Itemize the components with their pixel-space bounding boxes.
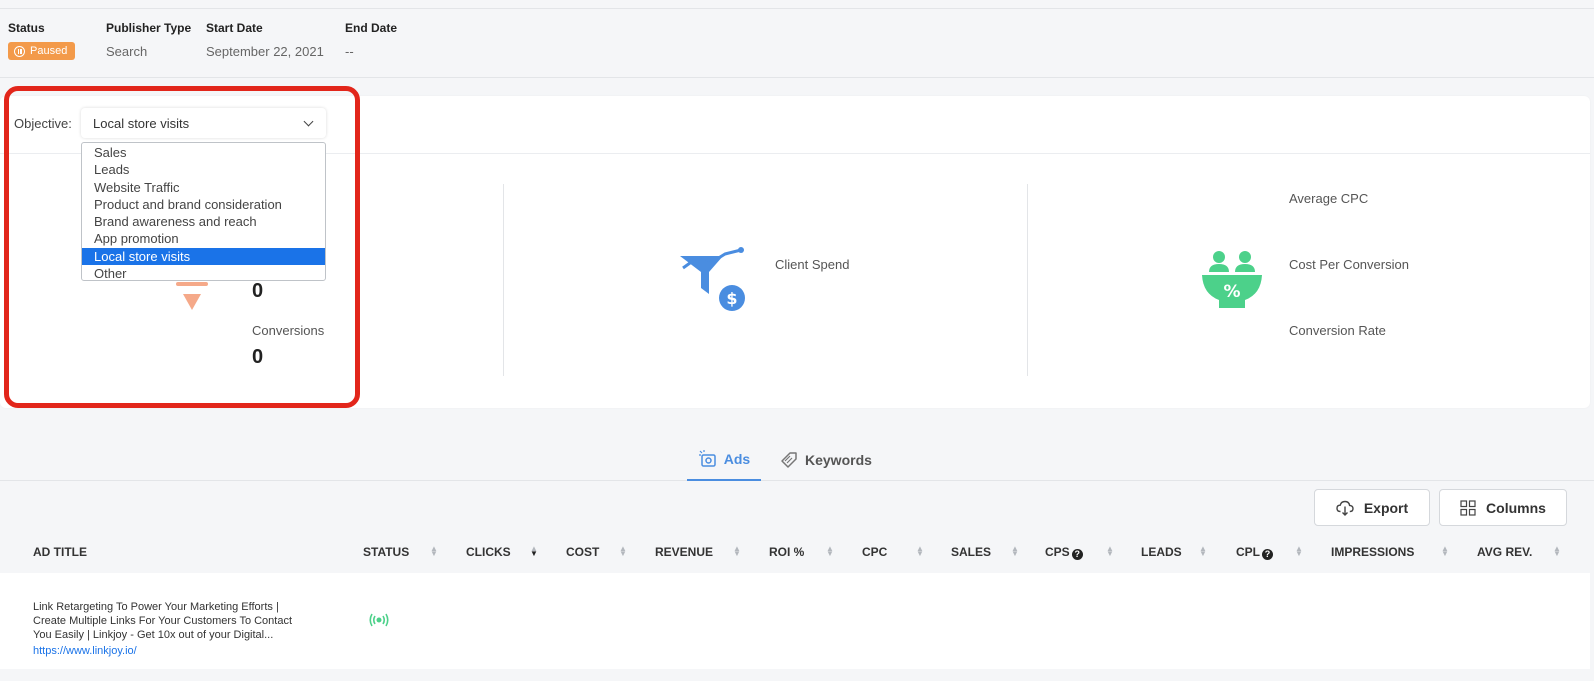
col-clicks[interactable]: CLICKS [466, 545, 511, 559]
objective-select[interactable]: Local store visits [81, 108, 326, 138]
pause-icon [14, 45, 25, 57]
publisher-type-value: Search [106, 44, 148, 59]
objective-option-other[interactable]: Other [82, 265, 325, 282]
export-label: Export [1363, 499, 1409, 516]
end-date-column: End Date -- [345, 21, 397, 59]
objective-option-app-promotion[interactable]: App promotion [82, 230, 325, 247]
stat-divider [503, 184, 504, 376]
objective-dropdown-list[interactable]: Sales Leads Website Traffic Product and … [81, 142, 326, 281]
sort-icon[interactable]: ▲ ▼ [826, 545, 834, 558]
col-cpl-label: CPL [1236, 545, 1260, 559]
objective-option-local-store-visits[interactable]: Local store visits [82, 247, 325, 266]
col-cpl[interactable]: CPL? [1236, 545, 1273, 560]
objective-option-leads[interactable]: Leads [82, 161, 325, 178]
tab-ads[interactable]: Ads [687, 438, 761, 481]
objective-option-sales[interactable]: Sales [82, 144, 325, 161]
content-tabs: Ads Keywords [0, 438, 1594, 481]
spend-funnel-icon: $ [680, 247, 745, 311]
col-revenue[interactable]: REVENUE [655, 545, 713, 559]
end-date-heading: End Date [345, 21, 398, 35]
cloud-download-icon [1336, 500, 1354, 516]
tab-keywords[interactable]: Keywords [779, 438, 872, 481]
top-divider [0, 8, 1594, 9]
objective-option-brand-awareness[interactable]: Brand awareness and reach [82, 213, 325, 230]
sort-icon[interactable]: ▲ ▼ [530, 545, 538, 558]
funnel-icon-top [176, 282, 208, 286]
start-date-value: September 22, 2021 [206, 44, 324, 59]
publisher-type-column: Publisher Type Search [106, 21, 191, 59]
col-roi[interactable]: ROI % [769, 545, 804, 559]
col-status[interactable]: STATUS [363, 545, 409, 559]
start-date-column: Start Date September 22, 2021 [206, 21, 324, 59]
sort-icon[interactable]: ▲ ▼ [916, 545, 924, 558]
objective-selected-value: Local store visits [93, 115, 190, 131]
help-icon[interactable]: ? [1262, 549, 1273, 560]
table-header: AD TITLE STATUS ▲ ▼ CLICKS ▲ ▼ COST ▲ ▼ REV… [0, 545, 1594, 565]
sort-icon[interactable]: ▲ ▼ [1106, 545, 1114, 558]
sort-icon[interactable]: ▲ ▼ [619, 545, 627, 558]
svg-text:%: % [1223, 282, 1240, 302]
conversion-rate-label: Conversion Rate [1289, 323, 1386, 338]
sort-icon[interactable]: ▲ ▼ [733, 545, 741, 558]
paused-status-badge: Paused [8, 42, 76, 60]
sort-icon[interactable]: ▲ ▼ [1441, 545, 1449, 558]
columns-button[interactable]: Columns [1439, 489, 1567, 526]
sort-icon[interactable]: ▲ ▼ [1011, 545, 1019, 558]
average-cpc-label: Average CPC [1289, 191, 1369, 206]
tab-keywords-label: Keywords [805, 451, 872, 468]
end-date-value: -- [345, 44, 354, 59]
objective-option-website-traffic[interactable]: Website Traffic [82, 179, 325, 196]
tab-ads-label: Ads [723, 450, 751, 467]
status-badge-text: Paused [30, 45, 68, 57]
metric-value: 0 [252, 280, 264, 302]
col-avg-rev[interactable]: AVG REV. [1477, 545, 1532, 559]
stat-divider [1027, 184, 1028, 376]
objective-label: Objective: [14, 116, 72, 131]
publisher-type-heading: Publisher Type [106, 21, 192, 35]
col-sales[interactable]: SALES [951, 545, 991, 559]
col-leads[interactable]: LEADS [1141, 545, 1182, 559]
objective-option-brand-consideration[interactable]: Product and brand consideration [82, 196, 325, 213]
status-column: Status Paused [8, 21, 76, 60]
ad-url-link[interactable]: https://www.linkjoy.io/ [33, 645, 137, 657]
col-cps[interactable]: CPS? [1045, 545, 1083, 560]
sort-icon[interactable]: ▲ ▼ [1553, 545, 1561, 558]
svg-text:$: $ [726, 289, 737, 308]
chevron-down-icon [303, 116, 314, 126]
conversion-bowl-icon: % [1202, 251, 1262, 308]
export-button[interactable]: Export [1314, 489, 1430, 526]
ad-icon [698, 449, 716, 467]
sort-icon[interactable]: ▲ ▼ [430, 545, 438, 558]
cost-per-conversion-label: Cost Per Conversion [1289, 257, 1409, 272]
status-heading: Status [8, 21, 45, 35]
client-spend-label: Client Spend [775, 257, 850, 272]
broadcast-icon [369, 613, 389, 627]
col-cost[interactable]: COST [566, 545, 599, 559]
ad-title-text: Link Retargeting To Power Your Marketing… [33, 601, 293, 641]
col-cps-label: CPS [1045, 545, 1070, 559]
col-cpc[interactable]: CPC [862, 545, 887, 559]
col-ad-title[interactable]: AD TITLE [33, 545, 87, 559]
start-date-heading: Start Date [206, 21, 263, 35]
col-impressions[interactable]: IMPRESSIONS [1331, 545, 1414, 559]
sort-icon[interactable]: ▲ ▼ [1295, 545, 1303, 558]
tag-icon [781, 451, 797, 468]
help-icon[interactable]: ? [1071, 549, 1083, 560]
conversions-value: 0 [252, 346, 264, 368]
funnel-icon [183, 294, 201, 310]
columns-grid-icon [1460, 499, 1476, 516]
columns-label: Columns [1486, 499, 1546, 516]
meta-divider [0, 77, 1594, 78]
table-row: Link Retargeting To Power Your Marketing… [0, 573, 1590, 669]
conversions-label: Conversions [252, 323, 325, 338]
sort-icon[interactable]: ▲ ▼ [1199, 545, 1207, 558]
